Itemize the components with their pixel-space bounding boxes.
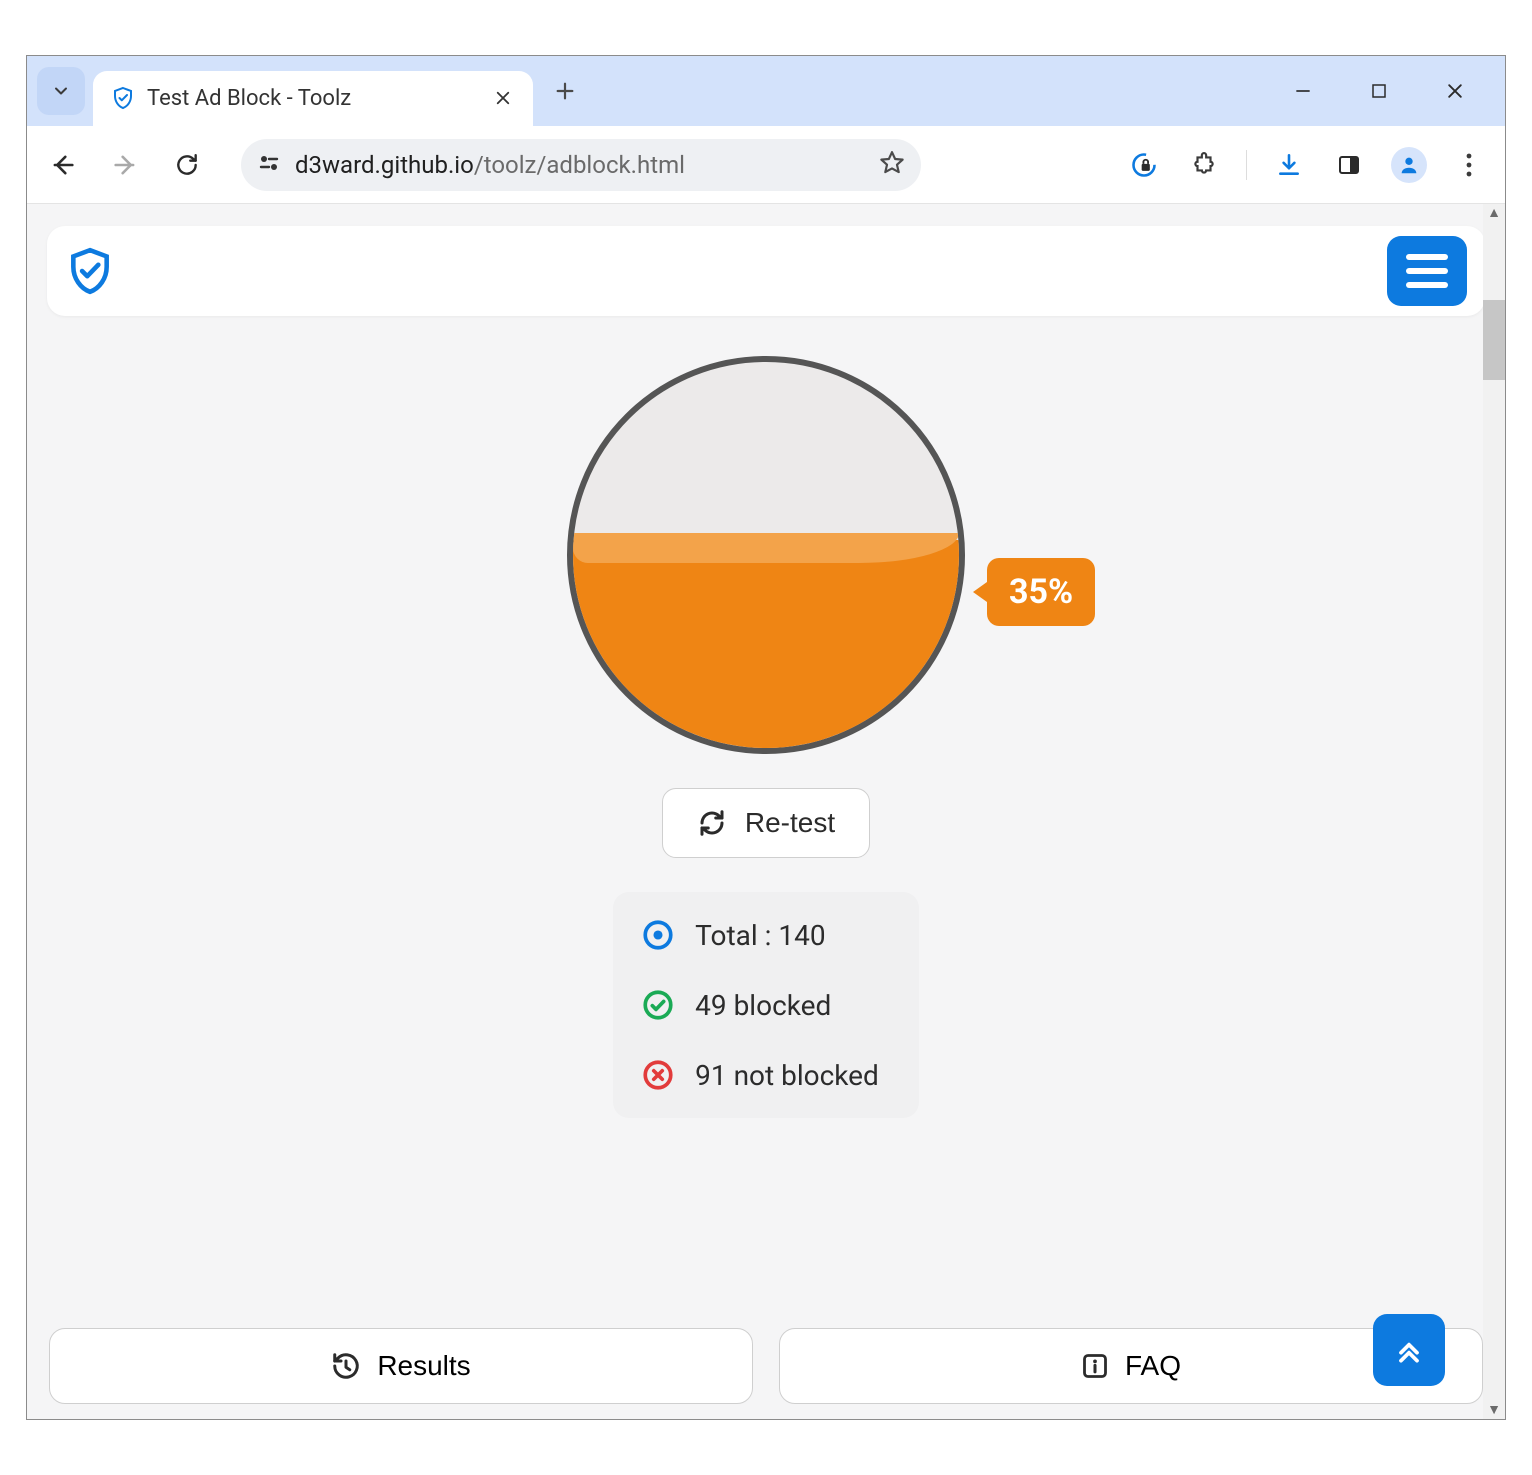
page-content: 35% Re-test Total : 140 [27, 204, 1505, 1419]
toolbar-divider [1246, 150, 1247, 180]
history-icon [331, 1351, 361, 1381]
chevrons-up-icon [1393, 1334, 1425, 1366]
percent-badge: 35% [987, 558, 1095, 626]
extensions-button[interactable] [1186, 147, 1222, 183]
stat-not-blocked-label: 91 not blocked [695, 1059, 879, 1092]
download-icon [1276, 152, 1302, 178]
url-path: /toolz/adblock.html [474, 151, 685, 179]
shield-icon [65, 246, 115, 296]
extension-privacy-button[interactable] [1126, 147, 1162, 183]
new-tab-button[interactable] [547, 73, 583, 109]
scroll-up-arrow[interactable]: ▲ [1487, 206, 1501, 220]
stat-total: Total : 140 [641, 918, 879, 952]
retest-label: Re-test [745, 807, 835, 839]
stat-not-blocked: 91 not blocked [641, 1058, 879, 1092]
retest-button[interactable]: Re-test [662, 788, 870, 858]
site-settings-icon[interactable] [257, 151, 281, 179]
minimize-button[interactable] [1287, 75, 1319, 107]
puzzle-icon [1191, 152, 1217, 178]
maximize-button[interactable] [1363, 75, 1395, 107]
browser-menu-button[interactable] [1451, 147, 1487, 183]
shield-icon [111, 86, 135, 110]
browser-tab[interactable]: Test Ad Block - Toolz [93, 71, 533, 126]
stat-blocked-label: 49 blocked [695, 989, 831, 1022]
tab-title: Test Ad Block - Toolz [147, 86, 477, 111]
minimize-icon [1293, 81, 1313, 101]
tab-search-dropdown[interactable] [37, 67, 85, 115]
results-button[interactable]: Results [49, 1328, 753, 1404]
scroll-top-button[interactable] [1373, 1314, 1445, 1386]
close-window-button[interactable] [1439, 75, 1471, 107]
gauge-fill [573, 540, 959, 748]
profile-button[interactable] [1391, 147, 1427, 183]
kebab-icon [1465, 152, 1473, 178]
maximize-icon [1370, 82, 1388, 100]
reload-button[interactable] [169, 147, 205, 183]
browser-window: Test Ad Block - Toolz [26, 55, 1506, 1420]
x-circle-icon [641, 1058, 675, 1092]
plus-icon [554, 80, 576, 102]
app-logo [65, 246, 115, 296]
browser-toolbar: d3ward.github.io/toolz/adblock.html [27, 126, 1505, 204]
scrollbar[interactable]: ▲ ▼ [1483, 204, 1505, 1419]
app-header [47, 226, 1485, 316]
stat-blocked: 49 blocked [641, 988, 879, 1022]
results-label: Results [377, 1350, 470, 1382]
hamburger-icon [1406, 254, 1448, 260]
panel-icon [1337, 153, 1361, 177]
chevron-down-icon [51, 81, 71, 101]
privacy-shield-icon [1130, 151, 1158, 179]
url-text: d3ward.github.io/toolz/adblock.html [295, 151, 865, 179]
star-icon [879, 150, 905, 176]
faq-label: FAQ [1125, 1350, 1181, 1382]
progress-gauge [567, 356, 965, 754]
stats-box: Total : 140 49 blocked 91 not blocked [613, 892, 919, 1118]
menu-button[interactable] [1387, 236, 1467, 306]
gauge-fill-wave [573, 533, 959, 563]
back-button[interactable] [45, 147, 81, 183]
window-controls [1287, 75, 1495, 107]
tab-strip: Test Ad Block - Toolz [27, 56, 1505, 126]
downloads-button[interactable] [1271, 147, 1307, 183]
bottom-buttons: Results FAQ [47, 1328, 1485, 1404]
reload-icon [174, 152, 200, 178]
arrow-right-icon [111, 151, 139, 179]
address-bar[interactable]: d3ward.github.io/toolz/adblock.html [241, 139, 921, 191]
avatar-icon [1398, 154, 1420, 176]
close-icon [1445, 81, 1465, 101]
bookmark-button[interactable] [879, 150, 905, 180]
forward-button[interactable] [107, 147, 143, 183]
arrow-left-icon [49, 151, 77, 179]
sidepanel-button[interactable] [1331, 147, 1367, 183]
record-icon [641, 918, 675, 952]
close-icon [494, 89, 512, 107]
gauge-wrap: 35% [567, 356, 965, 754]
url-host: d3ward.github.io [295, 151, 474, 179]
scroll-down-arrow[interactable]: ▼ [1487, 1403, 1501, 1417]
main-content: 35% Re-test Total : 140 [47, 346, 1485, 1376]
check-circle-icon [641, 988, 675, 1022]
toolbar-right [1126, 147, 1487, 183]
scrollbar-thumb[interactable] [1483, 300, 1505, 380]
close-tab-button[interactable] [489, 84, 517, 112]
refresh-icon [697, 808, 727, 838]
info-icon [1081, 1352, 1109, 1380]
page-viewport: 35% Re-test Total : 140 [27, 204, 1505, 1419]
stat-total-label: Total : 140 [695, 919, 825, 952]
